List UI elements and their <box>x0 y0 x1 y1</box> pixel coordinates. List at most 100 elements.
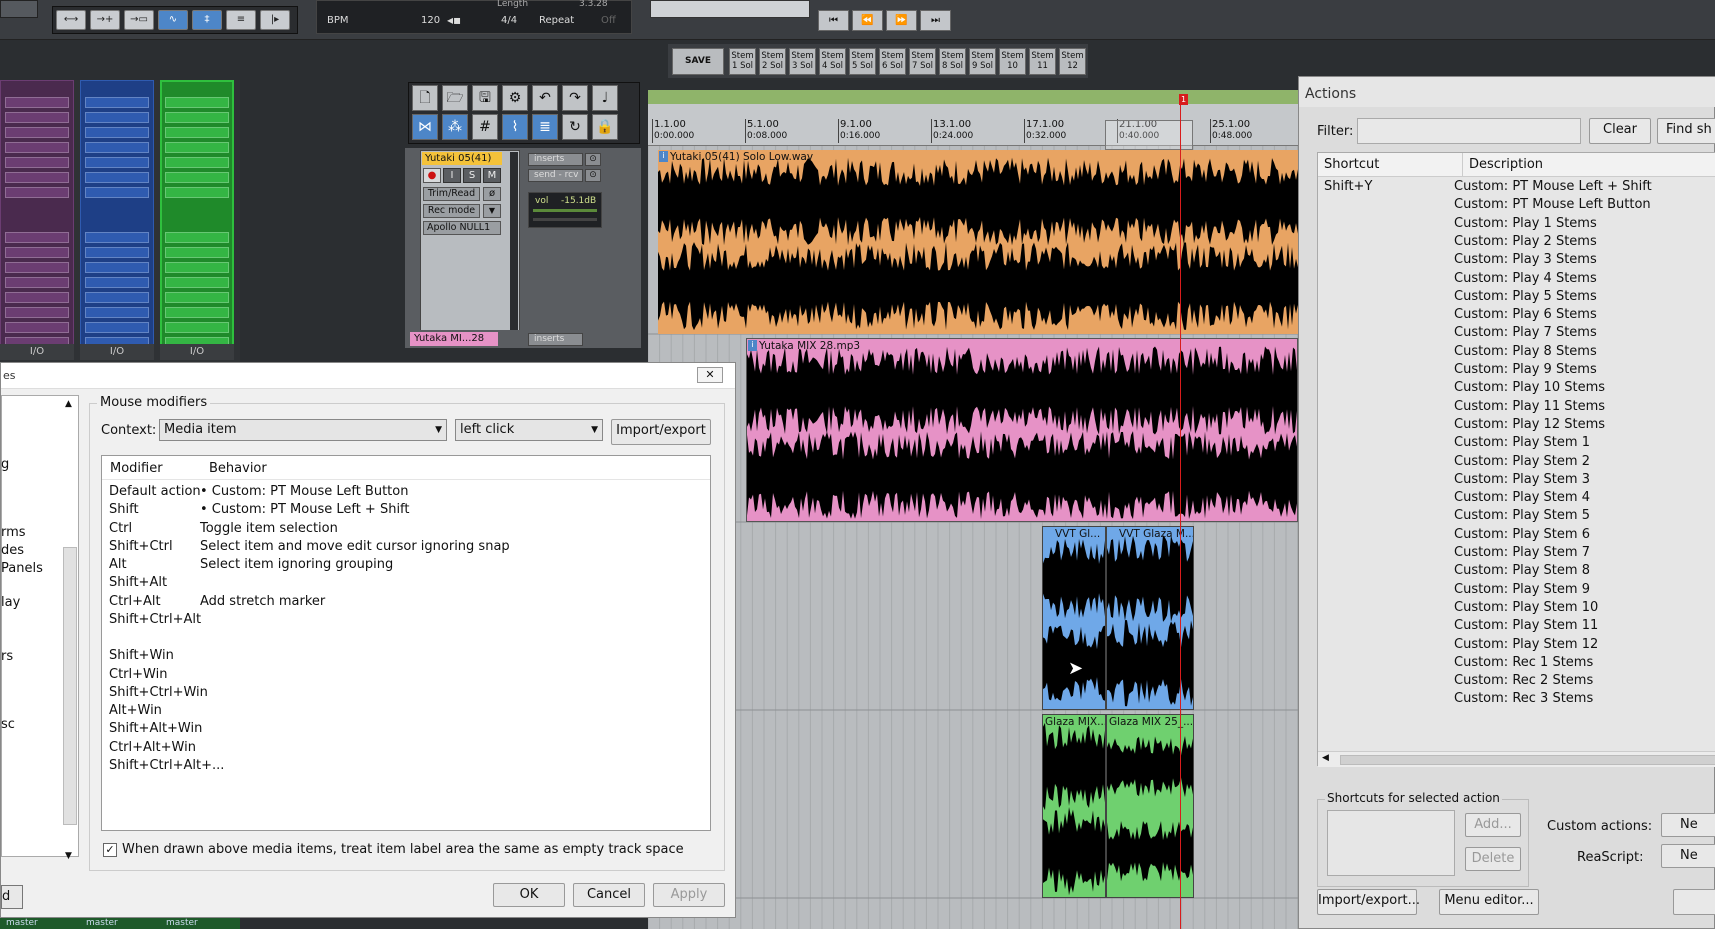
action-row[interactable]: Custom: Play 7 Stems <box>1318 323 1715 341</box>
stem-button-12[interactable]: Stem 12 <box>1059 48 1086 75</box>
stem-button-4[interactable]: Stem 4 Sol <box>819 48 846 75</box>
mixer-fx-slot[interactable] <box>85 292 149 303</box>
ripple-off-icon[interactable]: ⟷ <box>56 10 86 30</box>
table-row[interactable]: Alt Select item ignoring grouping <box>102 555 710 573</box>
undo-icon[interactable]: ↶ <box>532 85 558 111</box>
mixer-fx-slot[interactable] <box>85 247 149 258</box>
table-row[interactable]: Ctrl+Win <box>102 665 710 683</box>
loop-icon[interactable]: ↻ <box>562 114 588 140</box>
track1-mute-button[interactable]: M <box>483 168 501 183</box>
mixer-fx-slot[interactable] <box>165 97 229 108</box>
item-info-icon[interactable]: i <box>659 151 668 162</box>
action-row[interactable]: Custom: Play 6 Stems <box>1318 305 1715 323</box>
action-row[interactable]: Custom: Play 10 Stems <box>1318 378 1715 396</box>
go-to-end-icon[interactable]: ⏭ <box>920 10 951 31</box>
project-settings-icon[interactable]: ⚙ <box>502 85 528 111</box>
ripple-all-icon[interactable]: →▭ <box>124 10 154 30</box>
save-button[interactable]: SAVE <box>672 48 724 75</box>
category-item[interactable]: lay <box>1 595 20 610</box>
track1-rec-mode-dropdown-icon[interactable]: ▼ <box>483 204 501 218</box>
mixer-fx-slot[interactable] <box>85 172 149 183</box>
actions-import-export-button[interactable]: Import/export... <box>1317 889 1420 915</box>
table-row[interactable]: Shift • Custom: PT Mouse Left + Shift <box>102 500 710 518</box>
category-item[interactable]: Panels <box>1 561 43 576</box>
mixer-fx-slot[interactable] <box>85 277 149 288</box>
snap-toggle-icon[interactable]: ∿ <box>158 10 188 30</box>
stem-button-3[interactable]: Stem 3 Sol <box>789 48 816 75</box>
action-row[interactable]: Custom: Rec 2 Stems <box>1318 671 1715 689</box>
stem-button-9[interactable]: Stem 9 Sol <box>969 48 996 75</box>
action-row[interactable]: Custom: Play Stem 3 <box>1318 470 1715 488</box>
mixer-fx-slot[interactable] <box>165 322 229 333</box>
table-row[interactable]: Default action • Custom: PT Mouse Left Bu… <box>102 482 710 500</box>
stem-button-2[interactable]: Stem 2 Sol <box>759 48 786 75</box>
action-row[interactable]: Custom: Play 3 Stems <box>1318 250 1715 268</box>
action-row[interactable]: Custom: Play 11 Stems <box>1318 397 1715 415</box>
action-row[interactable]: Custom: Play 8 Stems <box>1318 342 1715 360</box>
loop-bar[interactable] <box>648 90 1298 104</box>
action-row[interactable]: Custom: Play Stem 2 <box>1318 452 1715 470</box>
metronome-toggle-icon[interactable]: ♩ <box>592 85 618 111</box>
clear-button[interactable]: Clear <box>1589 118 1651 144</box>
stem-button-1[interactable]: Stem 1 Sol <box>729 48 756 75</box>
close-icon[interactable]: ✕ <box>697 367 723 383</box>
media-item-yutaki-solo[interactable]: Yutaki 05(41) Solo Low.wav i <box>658 150 1298 334</box>
action-row[interactable]: Custom: Play 2 Stems <box>1318 232 1715 250</box>
action-row[interactable]: Custom: Play Stem 6 <box>1318 525 1715 543</box>
mixer-fx-slot[interactable] <box>165 112 229 123</box>
mixer-fx-slot[interactable] <box>165 247 229 258</box>
new-project-icon[interactable]: 🗋 <box>412 85 438 111</box>
delete-shortcut-button[interactable]: Delete <box>1465 847 1521 871</box>
table-row[interactable]: Shift+Ctrl Select item and move edit curs… <box>102 537 710 555</box>
context-dropdown[interactable]: Media item ▼ <box>159 419 447 441</box>
click-type-dropdown[interactable]: left click ▼ <box>455 419 603 441</box>
mixer-fx-slot[interactable] <box>5 292 69 303</box>
action-row[interactable]: Custom: Play 12 Stems <box>1318 415 1715 433</box>
actions-list[interactable]: Shortcut Description Shift+Y Custom: PT M… <box>1317 152 1715 767</box>
action-row[interactable]: Shift+Y Custom: PT Mouse Left + Shift <box>1318 177 1715 195</box>
ripple-per-track-icon[interactable]: →+ <box>90 10 120 30</box>
mixer-fx-slot[interactable] <box>165 142 229 153</box>
open-project-icon[interactable]: 🗁 <box>442 85 468 111</box>
mixer-fx-slot[interactable] <box>5 172 69 183</box>
import-export-button[interactable]: Import/export <box>611 419 711 445</box>
mixer-fx-slot[interactable] <box>165 292 229 303</box>
action-row[interactable]: Custom: PT Mouse Left Button <box>1318 195 1715 213</box>
track1-inserts[interactable]: inserts <box>528 153 583 166</box>
shortcuts-list[interactable] <box>1327 810 1455 876</box>
new-reascript-button[interactable]: Ne <box>1661 844 1715 868</box>
tree-scroll-down-icon[interactable]: ▼ <box>65 851 72 861</box>
mixer-fx-slot[interactable] <box>5 97 69 108</box>
action-row[interactable]: Custom: Play Stem 7 <box>1318 543 1715 561</box>
category-item[interactable]: des <box>1 543 24 558</box>
track1-inserts-bypass-icon[interactable]: ⊙ <box>585 153 601 166</box>
action-row[interactable]: Custom: Play 4 Stems <box>1318 269 1715 287</box>
table-row[interactable] <box>102 628 710 646</box>
auto-crossfade-toggle-icon[interactable]: ⋈ <box>412 114 438 140</box>
action-row[interactable]: Custom: Play Stem 5 <box>1318 506 1715 524</box>
metronome-icon[interactable]: ◂▪ <box>447 13 461 27</box>
mixer-fx-slot[interactable] <box>5 142 69 153</box>
save-project-icon[interactable]: 🖫 <box>472 85 498 111</box>
mixer-fx-slot[interactable] <box>5 262 69 273</box>
action-row[interactable]: Custom: Play Stem 1 <box>1318 433 1715 451</box>
mixer-fx-slot[interactable] <box>165 262 229 273</box>
action-row[interactable]: Custom: Play Stem 9 <box>1318 580 1715 598</box>
item-grouping-icon[interactable]: ≡ <box>226 10 256 30</box>
track1-send-bypass-icon[interactable]: ⊙ <box>585 169 601 182</box>
mixer-fx-slot[interactable] <box>165 307 229 318</box>
mixer-fx-slot[interactable] <box>5 157 69 168</box>
category-item[interactable]: rms <box>1 525 26 540</box>
stem-button-5[interactable]: Stem 5 Sol <box>849 48 876 75</box>
repeat-state[interactable]: Off <box>601 15 616 26</box>
stem-button-6[interactable]: Stem 6 Sol <box>879 48 906 75</box>
track1-automation-mode[interactable]: Trim/Read <box>423 187 480 201</box>
category-item[interactable]: rs <box>1 649 13 664</box>
scrollbar-thumb[interactable] <box>1340 755 1715 765</box>
action-row[interactable]: Custom: Play Stem 8 <box>1318 561 1715 579</box>
mixer-fx-slot[interactable] <box>5 277 69 288</box>
mixer-fx-slot[interactable] <box>85 127 149 138</box>
mixer-fx-slot[interactable] <box>85 307 149 318</box>
treat-label-checkbox[interactable]: ✓ <box>103 843 117 857</box>
table-row[interactable]: Shift+Alt <box>102 573 710 591</box>
